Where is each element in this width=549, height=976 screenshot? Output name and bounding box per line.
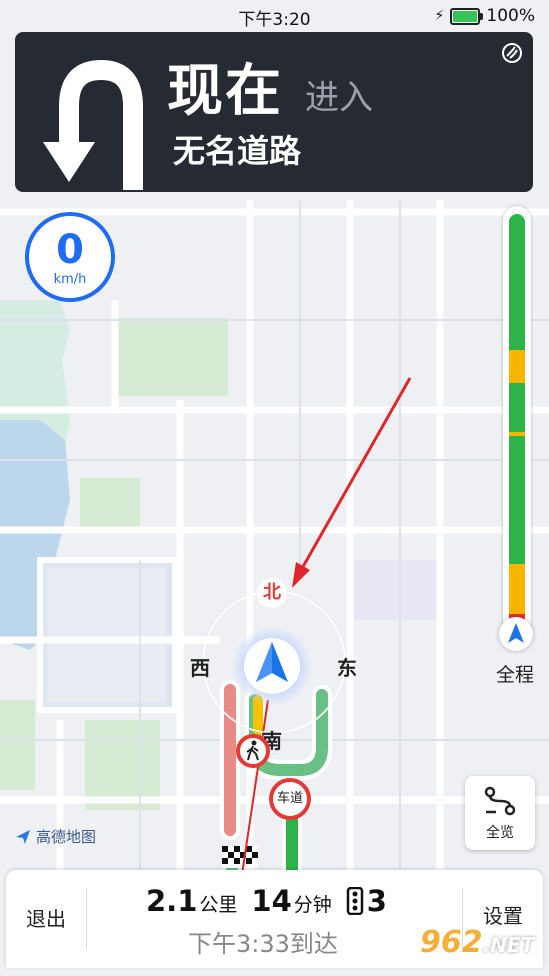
battery-fill bbox=[453, 10, 478, 22]
traffic-segment-slow bbox=[509, 564, 525, 614]
car-position-icon bbox=[232, 626, 312, 706]
remaining-time: 14 bbox=[251, 884, 292, 918]
distance-unit: 公里 bbox=[199, 894, 238, 916]
traffic-segment-slow bbox=[509, 349, 525, 383]
navigation-arrow-icon bbox=[508, 623, 524, 643]
status-bar: 下午3:20 ⚡ 100% bbox=[0, 0, 549, 32]
traffic-segment-smooth bbox=[509, 214, 525, 350]
pedestrian-icon bbox=[246, 740, 259, 761]
traffic-progress-bar[interactable] bbox=[503, 206, 531, 636]
destination-flag-icon bbox=[222, 846, 258, 868]
charging-icon: ⚡ bbox=[434, 8, 445, 24]
status-indicators: ⚡ 100% bbox=[435, 6, 535, 26]
compass-north[interactable]: 北 bbox=[257, 578, 287, 608]
route-position-marker bbox=[499, 617, 533, 651]
route-overview-icon bbox=[484, 786, 516, 816]
speedometer: 0 km/h bbox=[25, 212, 115, 302]
traffic-segment-smooth bbox=[509, 436, 525, 565]
battery-icon bbox=[450, 7, 484, 25]
traffic-light-icon bbox=[346, 887, 364, 915]
full-route-label[interactable]: 全程 bbox=[496, 660, 534, 687]
overview-label: 全览 bbox=[486, 825, 514, 841]
eta: 下午3:33到达 bbox=[188, 930, 338, 958]
brand-logo: 高德地图 bbox=[14, 826, 96, 847]
watermark-brand: 962 bbox=[420, 925, 483, 960]
trip-summary: 2.1 公里 14 分钟 3 bbox=[146, 884, 387, 918]
guidance-distance: 现在 bbox=[167, 59, 283, 124]
voice-broadcast-icon[interactable] bbox=[501, 42, 523, 64]
traffic-light-count: 3 bbox=[366, 884, 387, 918]
lane-sign: 车道 bbox=[269, 778, 311, 820]
overview-button[interactable]: 全览 bbox=[465, 776, 535, 850]
brand-name: 高德地图 bbox=[36, 828, 97, 846]
compass-west: 西 bbox=[190, 656, 210, 680]
speed-value: 0 bbox=[56, 227, 84, 273]
battery-percent: 100% bbox=[486, 6, 535, 26]
site-watermark: 962.NET bbox=[420, 925, 534, 960]
time-unit: 分钟 bbox=[293, 894, 332, 916]
divider-left bbox=[86, 888, 87, 950]
pedestrian-warning-icon bbox=[236, 734, 270, 768]
traffic-segments bbox=[509, 214, 525, 626]
compass-east: 东 bbox=[337, 656, 357, 680]
watermark-suffix: .NET bbox=[482, 933, 535, 957]
u-turn-left-icon bbox=[43, 59, 143, 190]
remaining-distance: 2.1 bbox=[146, 884, 198, 918]
guidance-action: 进入 bbox=[305, 78, 373, 118]
guidance-panel[interactable]: 现在 进入 无名道路 bbox=[15, 32, 533, 192]
speed-unit: km/h bbox=[53, 272, 87, 287]
traffic-segment-smooth bbox=[509, 382, 525, 433]
exit-button[interactable]: 退出 bbox=[6, 870, 86, 968]
amap-logo-icon bbox=[16, 829, 30, 844]
guidance-road-name: 无名道路 bbox=[173, 132, 302, 170]
